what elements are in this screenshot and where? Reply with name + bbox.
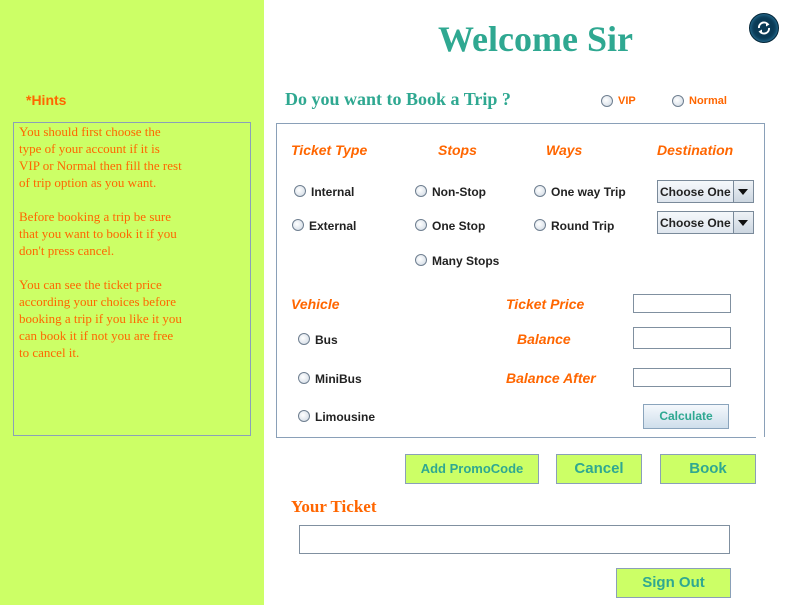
book-trip-question: Do you want to Book a Trip ? bbox=[285, 89, 511, 109]
balance-field[interactable] bbox=[633, 327, 731, 349]
one-stop-radio[interactable] bbox=[415, 219, 427, 231]
destination-to-select[interactable]: Choose One bbox=[657, 211, 754, 234]
hint-paragraph: Before booking a trip be sure that you w… bbox=[19, 209, 177, 258]
stops-header: Stops bbox=[438, 142, 477, 158]
external-radio[interactable] bbox=[292, 219, 304, 231]
chevron-down-icon[interactable] bbox=[733, 212, 753, 233]
vip-radio[interactable] bbox=[601, 95, 613, 107]
minibus-radio[interactable] bbox=[298, 372, 310, 384]
ways-header: Ways bbox=[546, 142, 583, 158]
limousine-radio[interactable] bbox=[298, 410, 310, 422]
external-label: External bbox=[309, 219, 357, 233]
minibus-label: MiniBus bbox=[315, 372, 362, 386]
destination-to-value: Choose One bbox=[660, 216, 731, 230]
non-stop-label: Non-Stop bbox=[432, 185, 486, 199]
internal-label: Internal bbox=[311, 185, 355, 199]
hint-paragraph: You can see the ticket price according y… bbox=[19, 277, 182, 360]
page-title: Welcome Sir bbox=[438, 19, 633, 59]
one-way-label: One way Trip bbox=[551, 185, 626, 199]
ticket-price-label: Ticket Price bbox=[506, 296, 585, 312]
ticket-output-field[interactable] bbox=[299, 525, 730, 554]
cancel-button[interactable]: Cancel bbox=[556, 454, 642, 484]
round-trip-radio[interactable] bbox=[534, 219, 546, 231]
ticket-type-header: Ticket Type bbox=[291, 142, 368, 158]
bus-radio[interactable] bbox=[298, 333, 310, 345]
sign-out-button[interactable]: Sign Out bbox=[616, 568, 731, 598]
book-button[interactable]: Book bbox=[660, 454, 756, 484]
balance-label: Balance bbox=[517, 331, 571, 347]
hints-title: *Hints bbox=[26, 92, 67, 108]
refresh-icon[interactable] bbox=[749, 13, 779, 43]
your-ticket-title: Your Ticket bbox=[291, 497, 377, 516]
destination-from-select[interactable]: Choose One bbox=[657, 180, 754, 203]
calculate-button[interactable]: Calculate bbox=[643, 404, 729, 429]
limousine-label: Limousine bbox=[315, 410, 376, 424]
chevron-down-icon[interactable] bbox=[733, 181, 753, 202]
one-way-radio[interactable] bbox=[534, 185, 546, 197]
add-promocode-button[interactable]: Add PromoCode bbox=[405, 454, 539, 484]
many-stops-radio[interactable] bbox=[415, 254, 427, 266]
round-trip-label: Round Trip bbox=[551, 219, 615, 233]
destination-from-value: Choose One bbox=[660, 185, 731, 199]
balance-after-field[interactable] bbox=[633, 368, 731, 387]
hints-box: You should first choose the type of your… bbox=[13, 122, 251, 436]
hint-paragraph: You should first choose the type of your… bbox=[19, 124, 182, 190]
balance-after-label: Balance After bbox=[506, 370, 596, 386]
vehicle-header: Vehicle bbox=[291, 296, 340, 312]
normal-label: Normal bbox=[689, 95, 727, 107]
many-stops-label: Many Stops bbox=[432, 254, 500, 268]
non-stop-radio[interactable] bbox=[415, 185, 427, 197]
internal-radio[interactable] bbox=[294, 185, 306, 197]
one-stop-label: One Stop bbox=[432, 219, 486, 233]
ticket-price-field[interactable] bbox=[633, 294, 731, 313]
destination-header: Destination bbox=[657, 142, 734, 158]
panel-divider bbox=[276, 437, 756, 438]
normal-radio[interactable] bbox=[672, 95, 684, 107]
bus-label: Bus bbox=[315, 333, 338, 347]
trip-options-panel bbox=[276, 123, 765, 437]
vip-label: VIP bbox=[618, 95, 636, 107]
